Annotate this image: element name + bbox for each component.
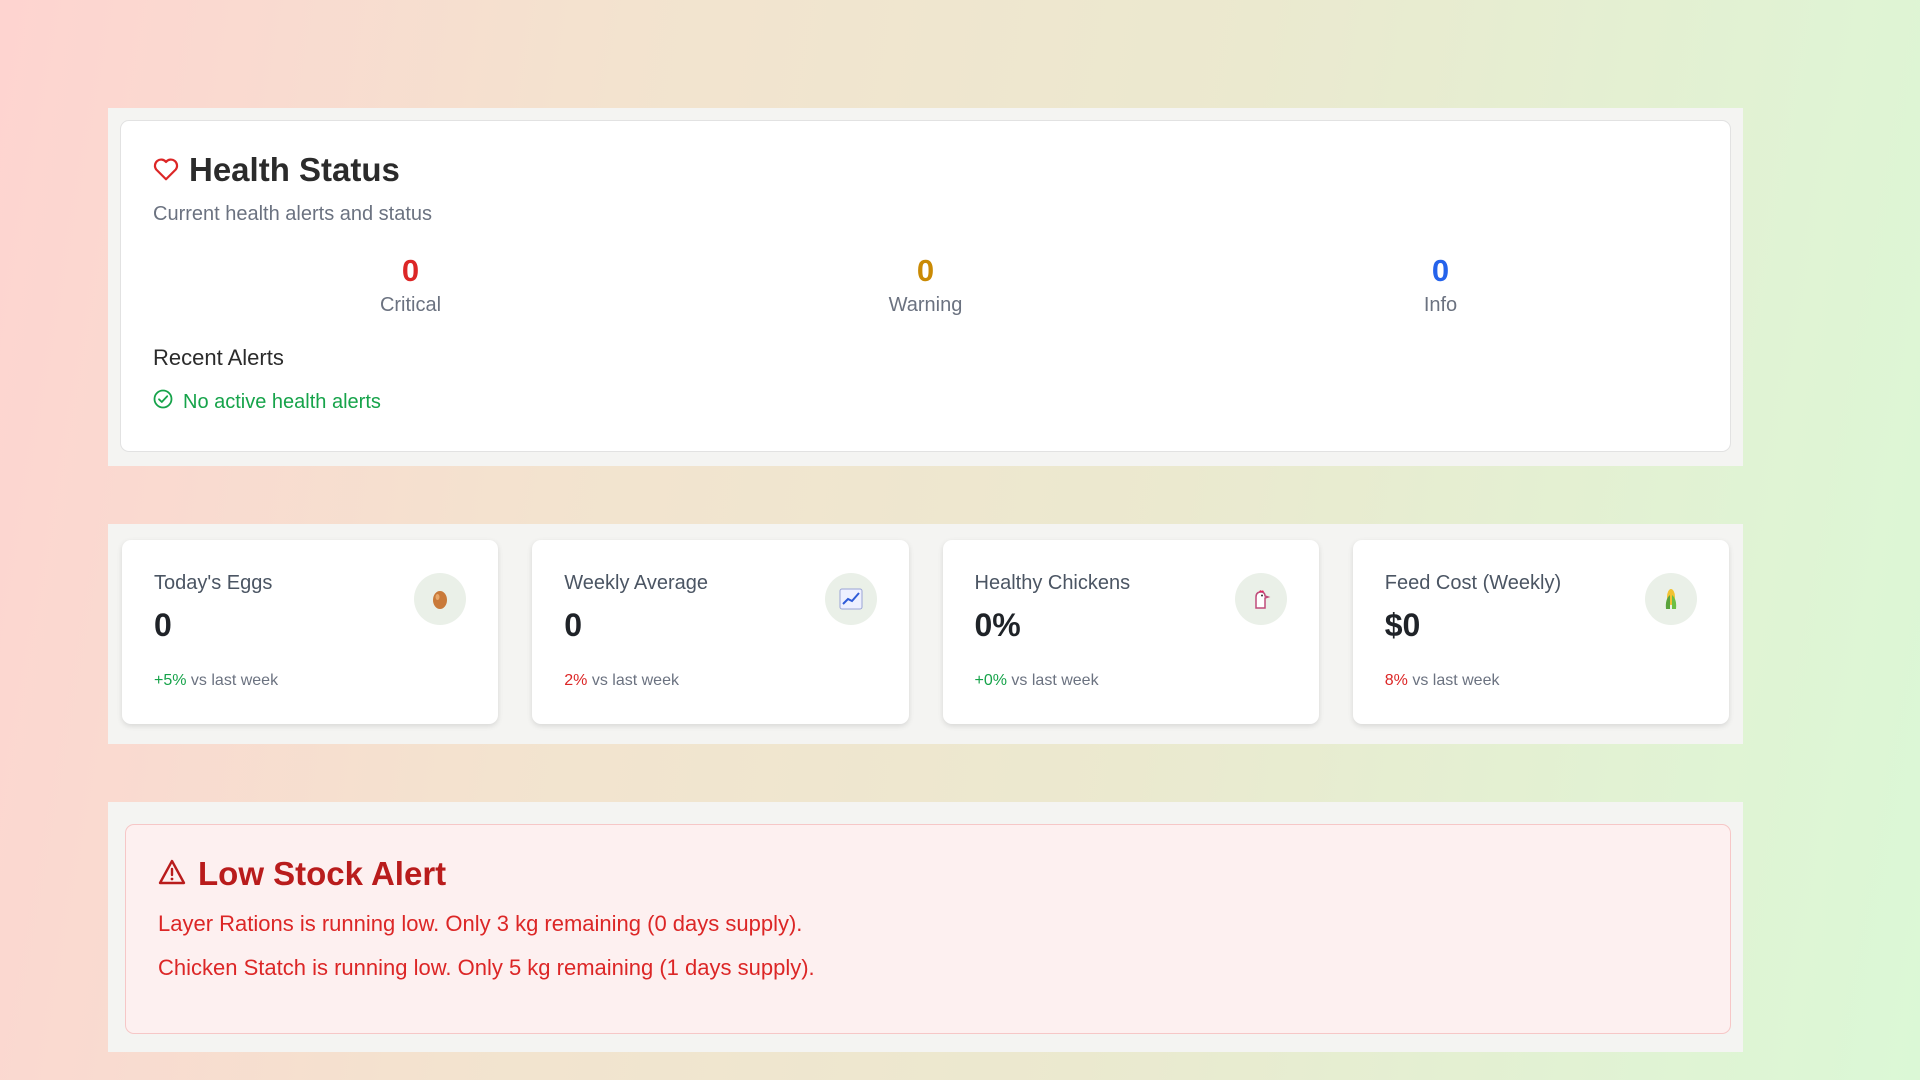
stat-card-todays-eggs: Today's Eggs 0 +5% vs last week — [122, 540, 499, 724]
health-title: Health Status — [189, 151, 400, 188]
health-status-card: Health Status Current health alerts and … — [120, 120, 1731, 452]
stat-change: +0% vs last week — [975, 672, 1287, 690]
stat-change: 2% vs last week — [564, 672, 876, 690]
info-count: 0 — [1431, 253, 1450, 288]
count-critical: 0 Critical — [153, 252, 668, 317]
stat-change-suffix: vs last week — [591, 672, 679, 689]
stat-change-value: +0% — [974, 672, 1007, 689]
critical-count: 0 — [401, 253, 420, 288]
warning-count: 0 — [916, 253, 935, 288]
stock-alert-line: Layer Rations is running low. Only 3 kg … — [158, 911, 803, 936]
stat-change-value: 2% — [564, 672, 588, 689]
stat-change-value: +5% — [154, 672, 187, 689]
stat-change-suffix: vs last week — [1412, 672, 1500, 689]
stat-card-healthy-chickens: Healthy Chickens 0% +0% vs last week — [942, 540, 1319, 724]
chart-increasing-icon — [824, 573, 877, 625]
stock-panel: Low Stock Alert Layer Rations is running… — [108, 802, 1743, 1052]
health-counts: 0 Critical 0 Warning 0 Info — [153, 252, 1698, 317]
stat-card-feed-cost: Feed Cost (Weekly) $0 8% vs last week — [1352, 540, 1729, 724]
health-subtitle: Current health alerts and status — [153, 203, 433, 225]
stock-alert-line: Chicken Statch is running low. Only 5 kg… — [158, 955, 815, 980]
warning-label: Warning — [888, 294, 963, 316]
health-panel: Health Status Current health alerts and … — [108, 108, 1743, 466]
info-label: Info — [1423, 294, 1458, 316]
stat-change: +5% vs last week — [154, 672, 466, 690]
low-stock-title: Low Stock Alert — [198, 855, 447, 892]
egg-icon — [414, 573, 467, 625]
low-stock-title-row: Low Stock Alert — [158, 855, 1698, 893]
stat-change-suffix: vs last week — [190, 672, 279, 689]
chicken-icon — [1234, 573, 1287, 625]
stat-card-weekly-average: Weekly Average 0 2% vs last week — [532, 540, 909, 724]
stat-change-value: 8% — [1384, 672, 1408, 689]
critical-label: Critical — [379, 294, 442, 316]
warning-triangle-icon — [158, 855, 186, 893]
corn-icon — [1645, 573, 1697, 625]
low-stock-alert-card: Low Stock Alert Layer Rations is running… — [125, 824, 1731, 1034]
stat-change: 8% vs last week — [1385, 672, 1697, 690]
count-info: 0 Info — [1183, 252, 1698, 317]
stat-change-suffix: vs last week — [1011, 672, 1099, 689]
count-warning: 0 Warning — [668, 252, 1183, 317]
health-title-row: Health Status — [153, 151, 1698, 189]
recent-alerts-status: No active health alerts — [153, 389, 1698, 415]
stats-panel: Today's Eggs 0 +5% vs last week Weekly A… — [108, 524, 1743, 744]
check-circle-icon — [153, 389, 173, 415]
recent-alerts-title: Recent Alerts — [153, 345, 284, 370]
no-alerts-text: No active health alerts — [183, 390, 381, 413]
heart-icon — [153, 151, 179, 189]
